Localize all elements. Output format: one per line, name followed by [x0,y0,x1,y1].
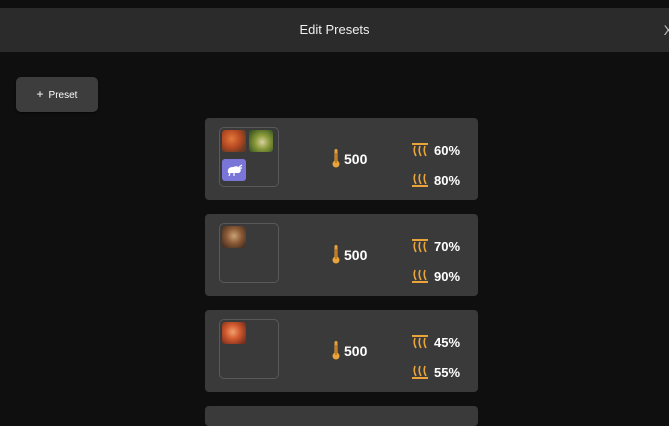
bottom-heat-value: 80% [434,172,461,188]
temperature-value: 500 [344,343,368,359]
preset-card[interactable]: 500 60% 80% [205,118,478,200]
preset-thumbnail-box [219,223,279,283]
food-photo-thumbnail [222,322,246,344]
add-preset-button[interactable]: + Preset [16,77,98,112]
top-heat-icon [412,239,428,253]
top-heat-icon [412,143,428,157]
top-heat-value: 45% [434,334,461,350]
bottom-heat-icon [412,365,428,379]
top-heat-level: 60% [410,135,480,165]
top-heat-level: 45% [410,327,480,357]
temperature-value: 500 [344,247,368,263]
thermometer-icon [332,340,340,363]
food-photo-thumbnail [222,226,246,248]
heat-levels: 60% 80% [410,135,480,195]
preset-card[interactable]: 500 70% 90% [205,214,478,296]
thermometer-icon [332,244,340,267]
heat-levels: 70% 90% [410,231,480,291]
top-heat-value: 60% [434,142,461,158]
bottom-heat-level: 90% [410,261,480,291]
close-button[interactable]: X [664,8,669,52]
top-heat-value: 70% [434,238,461,254]
temperature-setting: 500 [332,214,367,296]
food-photo-thumbnail [222,130,246,152]
preset-card-partial[interactable] [205,406,478,426]
top-heat-level: 70% [410,231,480,261]
add-preset-label: Preset [48,90,78,101]
preset-card[interactable]: 500 45% 55% [205,310,478,392]
title-bar: Edit Presets X [0,8,669,52]
plus-icon: + [36,87,44,101]
temperature-setting: 500 [332,118,367,200]
preset-thumbnail-box [219,127,279,187]
bottom-heat-icon [412,173,428,187]
bottom-heat-level: 80% [410,165,480,195]
bottom-heat-value: 90% [434,268,461,284]
bottom-heat-value: 55% [434,364,461,380]
preset-thumbnail-box [219,319,279,379]
preset-list: 500 60% 80% 500 70% 90% 500 45% 55% [205,118,478,406]
bottom-heat-level: 55% [410,357,480,387]
chicken-icon [222,159,246,181]
temperature-setting: 500 [332,310,367,392]
top-heat-icon [412,335,428,349]
heat-levels: 45% 55% [410,327,480,387]
temperature-value: 500 [344,151,368,167]
thermometer-icon [332,148,340,171]
page-title: Edit Presets [299,22,370,37]
food-photo-thumbnail [249,130,273,152]
bottom-heat-icon [412,269,428,283]
